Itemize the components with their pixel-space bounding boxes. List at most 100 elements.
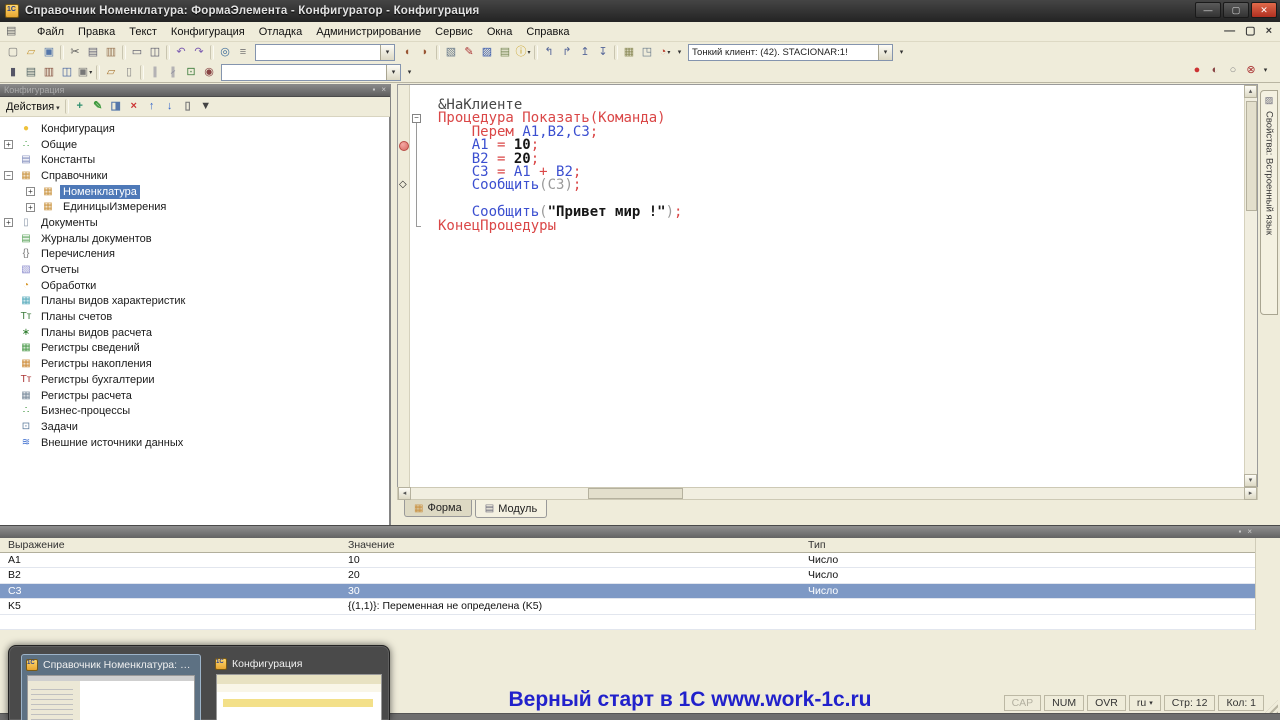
toolbar-find-procedure[interactable]: ◉ [201, 64, 218, 81]
scroll-down-icon[interactable]: ▾ [1244, 474, 1257, 487]
toolbar-edit-object[interactable]: ▨ [479, 44, 496, 61]
toolbar-paste[interactable]: ▥ [103, 44, 120, 61]
toolbar-print-preview[interactable]: ◫ [147, 44, 164, 61]
toolbar-lock[interactable]: ▮ [5, 64, 22, 81]
watch-panel-caption[interactable]: ▪ × [0, 525, 1280, 538]
toolbar-info[interactable]: ⓘ [515, 44, 532, 61]
status-num[interactable]: NUM ▾ [1044, 695, 1085, 711]
tree-item-nomenclature[interactable]: + ▦ Номенклатура [0, 184, 389, 200]
maximize-button[interactable]: ▢ [1223, 2, 1249, 18]
panel-splitter[interactable] [390, 84, 397, 525]
menu-configuration[interactable]: Конфигурация [164, 24, 252, 40]
column-header-expression[interactable]: Выражение [8, 539, 338, 551]
tree-item-enums[interactable]: {} Перечисления [0, 247, 389, 263]
toolbar-open-module[interactable]: ▧ [443, 44, 460, 61]
pin-icon[interactable]: ▪ [372, 85, 375, 94]
tab-properties-built-in-language[interactable]: ▨ Свойства: Встроенный язык [1260, 90, 1278, 315]
expand-toggle-icon[interactable]: + [4, 218, 13, 228]
watch-row-empty[interactable] [0, 614, 1255, 630]
editor-hscrollbar[interactable]: ◂ ▸ [397, 487, 1258, 500]
pin-icon[interactable]: ▪ [1238, 527, 1241, 536]
mdi-close-button[interactable]: × [1266, 25, 1272, 38]
debug-client-combo[interactable]: Тонкий клиент: (42). STACIONAR:1! ▾ [688, 43, 893, 61]
toolbar-proc-prev[interactable]: ↰ [541, 44, 558, 61]
column-header-type[interactable]: Тип [808, 539, 1238, 551]
scroll-left-icon[interactable]: ◂ [398, 487, 411, 500]
vscroll-thumb[interactable] [1246, 101, 1257, 211]
switcher-item-configuration[interactable]: Конфигурация [211, 654, 387, 720]
toolbar-overflow-chevron[interactable]: ▾ [896, 44, 907, 61]
toolbar-uncomment[interactable]: ∦ [165, 64, 182, 81]
toolbar-overflow-chevron[interactable]: ▾ [674, 44, 685, 61]
module-editor[interactable]: ◇ − &НаКлиенте Процедура Показать(Команда… [397, 84, 1258, 487]
close-icon[interactable]: × [1247, 527, 1252, 536]
toolbar-copy-fragment[interactable]: ▱ [103, 64, 120, 81]
tree-item-calc-types[interactable]: ∗ Планы видов расчета [0, 325, 389, 341]
toolbar-form-editor[interactable]: ◫ [59, 64, 76, 81]
toolbar-performance-measure[interactable]: ◔ [657, 44, 674, 61]
actions-menu-button[interactable]: Действия [0, 101, 63, 113]
watch-row-b2[interactable]: B2 20 Число [0, 568, 1255, 584]
tree-item-tasks[interactable]: ⊡ Задачи [0, 419, 389, 435]
status-col[interactable]: Кол: 1 ▾ [1218, 695, 1264, 711]
toolbar-add-wizard[interactable]: ▣ [77, 64, 94, 81]
tree-item-accounts[interactable]: Тт Планы счетов [0, 309, 389, 325]
status-line[interactable]: Стр: 12 ▾ [1163, 695, 1216, 711]
toolbar-find-list[interactable]: ≡ [235, 44, 252, 61]
tree-item-processors[interactable]: ◔ Обработки [0, 278, 389, 294]
toolbar-breakpoints-clear[interactable]: ⊗ [1243, 62, 1260, 79]
tree-item-journals[interactable]: ▤ Журналы документов [0, 231, 389, 247]
close-icon[interactable]: × [381, 85, 386, 94]
tree-item-ext-sources[interactable]: ≋ Внешние источники данных [0, 435, 389, 451]
toolbar-goto-definition[interactable]: ↧ [595, 44, 612, 61]
scroll-up-icon[interactable]: ▴ [1244, 85, 1257, 98]
toolbar-delete-fragment[interactable]: ▯ [121, 64, 138, 81]
tab-form[interactable]: ▦ Форма [404, 500, 472, 517]
toolbar-copy[interactable]: ▤ [85, 44, 102, 61]
tree-item-accum-registers[interactable]: ▦ Регистры накопления [0, 356, 389, 372]
tree-item-acc-registers[interactable]: Тт Регистры бухгалтерии [0, 372, 389, 388]
mdi-restore-button[interactable]: ▢ [1245, 25, 1255, 38]
expand-toggle-icon[interactable]: + [26, 187, 35, 197]
toolbar-proc-next[interactable]: ↱ [559, 44, 576, 61]
toolbar-new[interactable]: ▢ [5, 44, 22, 61]
menu-administration[interactable]: Администрирование [309, 24, 428, 40]
toolbar-breakpoint-disable[interactable]: ○ [1225, 62, 1242, 79]
watch-row-a1[interactable]: A1 10 Число [0, 553, 1255, 569]
tree-item-units[interactable]: + ▦ ЕдиницыИзмерения [0, 199, 389, 215]
action-move-up[interactable]: ↑ [143, 98, 160, 115]
search-combo[interactable]: ▾ [255, 43, 395, 61]
action-edit[interactable]: ✎ [89, 98, 106, 115]
toolbar-find-next[interactable]: ◖ [399, 44, 416, 61]
toolbar-overflow-chevron[interactable]: ▾ [1260, 62, 1271, 79]
action-filter[interactable]: ▼ [197, 98, 214, 115]
chevron-down-icon[interactable]: ▾ [878, 44, 892, 60]
mdi-minimize-button[interactable]: — [1224, 25, 1235, 38]
window-thumbnail[interactable] [27, 675, 195, 720]
scroll-right-icon[interactable]: ▸ [1244, 487, 1257, 500]
toolbar-forward[interactable]: ↷ [191, 44, 208, 61]
menu-help[interactable]: Справка [519, 24, 576, 40]
tree-item-constants[interactable]: ▤ Константы [0, 152, 389, 168]
toolbar-template[interactable]: ▦ [621, 44, 638, 61]
configuration-panel-caption[interactable]: Конфигурация ▪ × [0, 84, 390, 97]
expand-toggle-icon[interactable]: + [4, 140, 13, 150]
tree-item-reports[interactable]: ▧ Отчеты [0, 262, 389, 278]
tree-item-calc-registers[interactable]: ▦ Регистры расчета [0, 388, 389, 404]
tab-module[interactable]: ▤ Модуль [474, 500, 548, 518]
action-copy[interactable]: ◨ [107, 98, 124, 115]
tree-item-common[interactable]: + ∴ Общие [0, 137, 389, 153]
toolbar-overflow-chevron[interactable]: ▾ [404, 64, 415, 81]
toolbar-proc-list[interactable]: ↥ [577, 44, 594, 61]
watch-scroll-gutter[interactable] [1255, 538, 1280, 630]
toolbar-find-prev[interactable]: ◗ [417, 44, 434, 61]
status-lang[interactable]: ru ▾ [1128, 695, 1161, 711]
toolbar-help-contents[interactable]: ▤ [497, 44, 514, 61]
watch-row-k5[interactable]: K5 {(1,1)}: Переменная не определена (K5… [0, 599, 1255, 615]
tree-item-documents[interactable]: + ▯ Документы [0, 215, 389, 231]
fold-toggle-icon[interactable]: − [412, 114, 421, 123]
toolbar-save[interactable]: ▣ [41, 44, 58, 61]
minimize-button[interactable]: — [1195, 2, 1221, 18]
tree-item-catalogs[interactable]: − ▦ Справочники [0, 168, 389, 184]
toolbar-find[interactable]: ◎ [217, 44, 234, 61]
